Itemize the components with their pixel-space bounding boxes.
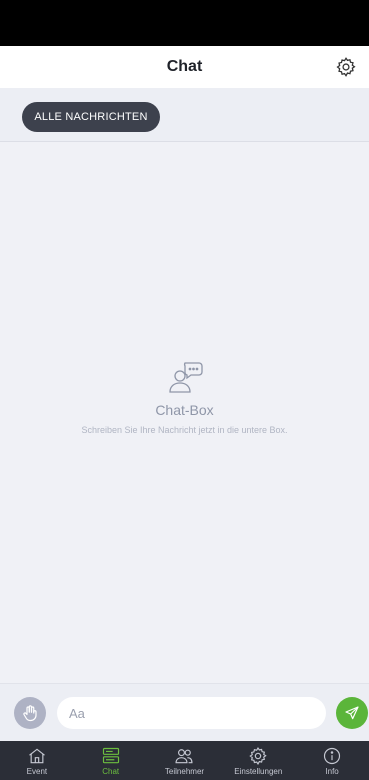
- all-messages-filter-button[interactable]: ALLE NACHRICHTEN: [22, 102, 160, 132]
- empty-state: Chat-Box Schreiben Sie Ihre Nachricht je…: [0, 360, 369, 436]
- empty-state-title: Chat-Box: [155, 402, 214, 418]
- nav-label: Teilnehmer: [164, 767, 205, 776]
- app-header: Chat: [0, 46, 369, 88]
- filter-bar: ALLE NACHRICHTEN: [0, 88, 369, 142]
- send-button[interactable]: [336, 697, 368, 729]
- settings-button[interactable]: [333, 54, 359, 80]
- empty-state-subtitle: Schreiben Sie Ihre Nachricht jetzt in di…: [81, 425, 288, 435]
- nav-label: Info: [325, 767, 339, 776]
- raise-hand-button[interactable]: [14, 697, 46, 729]
- nav-item-info[interactable]: Info: [295, 741, 369, 780]
- chat-person-icon: [168, 362, 203, 393]
- nav-item-chat[interactable]: Chat: [74, 741, 148, 780]
- message-composer: [0, 683, 369, 741]
- nav-label: Chat: [102, 767, 120, 776]
- gear-icon: [249, 747, 267, 766]
- nav-label: Event: [26, 767, 48, 776]
- nav-item-teilnehmer[interactable]: Teilnehmer: [148, 741, 222, 780]
- status-bar: [0, 0, 369, 46]
- bottom-nav: Event Chat Teilnehmer Einstellungen Info: [0, 741, 369, 780]
- users-icon: [175, 749, 193, 764]
- nav-item-einstellungen[interactable]: Einstellungen: [221, 741, 295, 780]
- nav-item-event[interactable]: Event: [0, 741, 74, 780]
- message-input[interactable]: [57, 697, 326, 729]
- info-icon: [323, 747, 341, 765]
- chat-icon: [102, 747, 119, 764]
- page-title: Chat: [166, 58, 203, 75]
- hand-icon: [23, 705, 37, 722]
- nav-label: Einstellungen: [234, 767, 283, 776]
- gear-icon: [336, 57, 356, 77]
- send-icon: [345, 706, 359, 720]
- home-icon: [29, 748, 45, 764]
